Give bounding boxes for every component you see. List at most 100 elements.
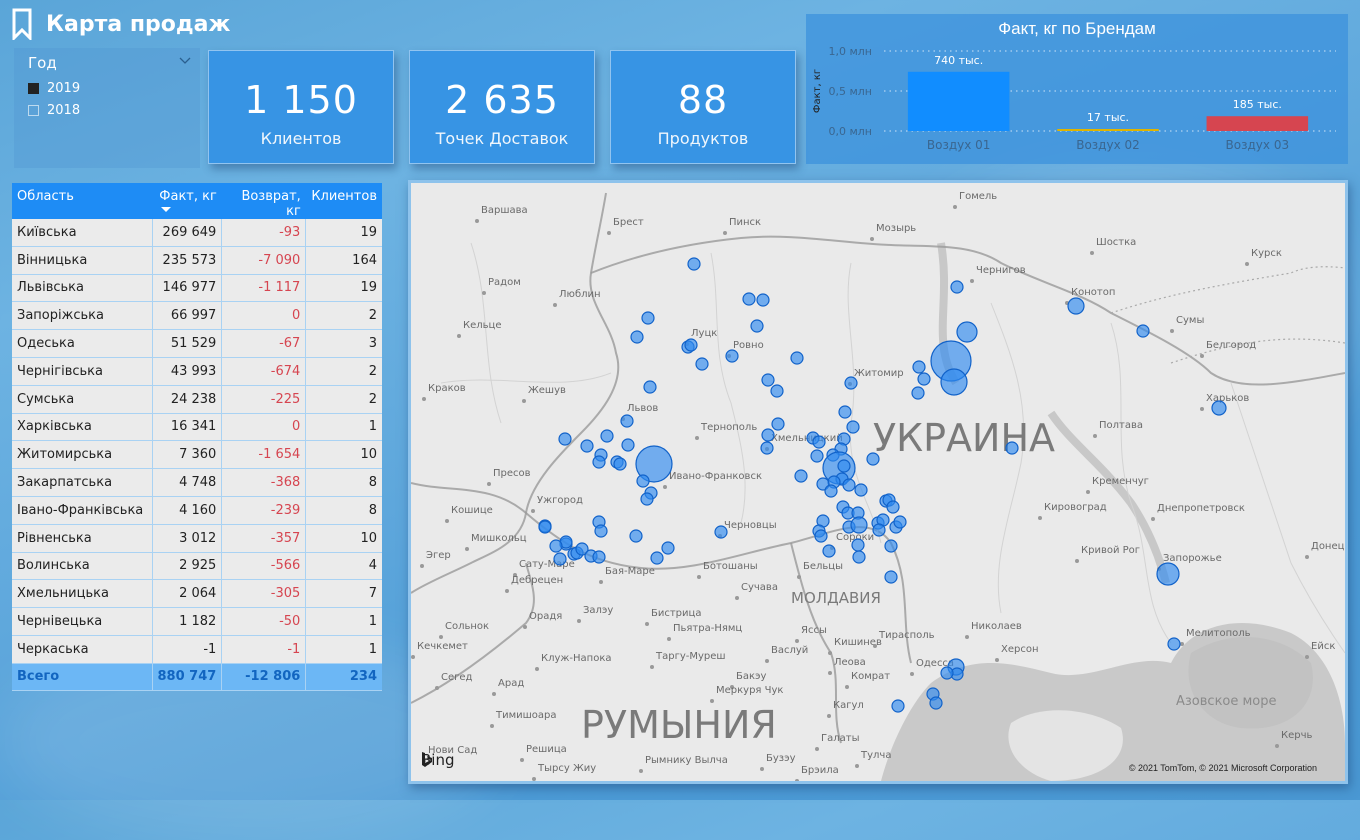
- map-bubble[interactable]: [957, 322, 977, 342]
- bar-1[interactable]: [908, 72, 1010, 131]
- map-bubble[interactable]: [1006, 442, 1018, 454]
- table-row[interactable]: Рівненська3 012-35710: [12, 524, 382, 552]
- map-bubble[interactable]: [815, 530, 827, 542]
- map-bubble[interactable]: [1068, 298, 1084, 314]
- map-bubble[interactable]: [847, 421, 859, 433]
- map-bubble[interactable]: [839, 406, 851, 418]
- bookmark-icon[interactable]: [12, 8, 32, 40]
- table-row[interactable]: Одеська51 529-673: [12, 330, 382, 358]
- map-bubble[interactable]: [550, 540, 562, 552]
- map-bubble[interactable]: [688, 258, 700, 270]
- map-bubble[interactable]: [762, 429, 774, 441]
- map-bubble[interactable]: [662, 542, 674, 554]
- map-bubble[interactable]: [853, 551, 865, 563]
- map-bubble[interactable]: [614, 458, 626, 470]
- map-bubble[interactable]: [885, 571, 897, 583]
- table-row[interactable]: Вінницька235 573-7 090164: [12, 246, 382, 274]
- map-bubble[interactable]: [851, 517, 867, 533]
- map-bubble[interactable]: [843, 479, 855, 491]
- map-bubble[interactable]: [641, 493, 653, 505]
- column-header-fact[interactable]: Факт, кг: [152, 183, 222, 219]
- column-header-region[interactable]: Область: [12, 183, 152, 219]
- map-bubble[interactable]: [1137, 325, 1149, 337]
- sales-map[interactable]: ВаршаваБрестПинскМозырьГомельШосткаКурск…: [408, 180, 1348, 784]
- map-bubble[interactable]: [930, 697, 942, 709]
- slicer-item-2019[interactable]: 2019: [28, 81, 80, 96]
- map-bubble[interactable]: [726, 350, 738, 362]
- column-header-clients[interactable]: Клиентов: [306, 183, 382, 219]
- map-bubble[interactable]: [825, 485, 837, 497]
- checkbox-checked[interactable]: [28, 83, 39, 94]
- map-bubble[interactable]: [1157, 563, 1179, 585]
- map-bubble[interactable]: [631, 331, 643, 343]
- map-bubble[interactable]: [941, 369, 967, 395]
- map-bubble[interactable]: [685, 339, 697, 351]
- map-bubble[interactable]: [795, 470, 807, 482]
- map-bubble[interactable]: [951, 281, 963, 293]
- map-bubble[interactable]: [651, 552, 663, 564]
- table-row[interactable]: Волинська2 925-5664: [12, 552, 382, 580]
- map-bubble[interactable]: [894, 516, 906, 528]
- table-row[interactable]: Житомирська7 360-1 65410: [12, 441, 382, 469]
- table-total-row[interactable]: Всего880 747-12 806234: [12, 663, 382, 690]
- map-bubble[interactable]: [918, 373, 930, 385]
- map-bubble[interactable]: [630, 530, 642, 542]
- map-bubble[interactable]: [621, 415, 633, 427]
- map-bubble[interactable]: [913, 361, 925, 373]
- map-bubble[interactable]: [593, 551, 605, 563]
- table-row[interactable]: Харківська16 34101: [12, 413, 382, 441]
- bar-2[interactable]: [1057, 129, 1159, 131]
- map-bubble[interactable]: [791, 352, 803, 364]
- map-canvas[interactable]: ВаршаваБрестПинскМозырьГомельШосткаКурск…: [411, 183, 1345, 781]
- map-bubble[interactable]: [743, 293, 755, 305]
- map-bubble[interactable]: [912, 387, 924, 399]
- map-bubble[interactable]: [637, 475, 649, 487]
- map-bubble[interactable]: [941, 667, 953, 679]
- table-row[interactable]: Чернівецька1 182-501: [12, 608, 382, 636]
- table-row[interactable]: Сумська24 238-2252: [12, 385, 382, 413]
- map-bubble[interactable]: [762, 374, 774, 386]
- map-bubble[interactable]: [622, 439, 634, 451]
- map-bubble[interactable]: [887, 501, 899, 513]
- map-bubble[interactable]: [811, 450, 823, 462]
- map-bubble[interactable]: [559, 433, 571, 445]
- map-bubble[interactable]: [554, 553, 566, 565]
- map-bubble[interactable]: [873, 524, 885, 536]
- table-row[interactable]: Черкаська-1-11: [12, 635, 382, 663]
- table-row[interactable]: Івано-Франківська4 160-2398: [12, 496, 382, 524]
- map-bubble[interactable]: [715, 526, 727, 538]
- map-bubble[interactable]: [642, 312, 654, 324]
- checkbox-unchecked[interactable]: [28, 105, 39, 116]
- table-row[interactable]: Чернігівська43 993-6742: [12, 357, 382, 385]
- map-bubble[interactable]: [601, 430, 613, 442]
- map-bubble[interactable]: [813, 436, 825, 448]
- map-bubble[interactable]: [761, 442, 773, 454]
- map-bubble[interactable]: [855, 484, 867, 496]
- chevron-down-icon[interactable]: [178, 54, 192, 68]
- table-row[interactable]: Закарпатська4 748-3688: [12, 469, 382, 497]
- map-bubble[interactable]: [845, 377, 857, 389]
- map-bubble[interactable]: [892, 700, 904, 712]
- map-bubble[interactable]: [771, 385, 783, 397]
- map-bubble[interactable]: [772, 418, 784, 430]
- map-bubble[interactable]: [823, 545, 835, 557]
- map-bubble[interactable]: [539, 521, 551, 533]
- map-bubble[interactable]: [581, 440, 593, 452]
- map-bubble[interactable]: [595, 525, 607, 537]
- map-bubble[interactable]: [1212, 401, 1226, 415]
- map-bubble[interactable]: [757, 294, 769, 306]
- map-bubble[interactable]: [1168, 638, 1180, 650]
- table-row[interactable]: Київська269 649-9319: [12, 219, 382, 246]
- bar-3[interactable]: [1207, 116, 1309, 131]
- slicer-item-2018[interactable]: 2018: [28, 103, 80, 118]
- table-row[interactable]: Львівська146 977-1 11719: [12, 274, 382, 302]
- map-bubble[interactable]: [852, 539, 864, 551]
- table-row[interactable]: Запоріжська66 99702: [12, 302, 382, 330]
- map-bubble[interactable]: [593, 456, 605, 468]
- table-row[interactable]: Хмельницька2 064-3057: [12, 580, 382, 608]
- map-bubble[interactable]: [867, 453, 879, 465]
- map-bubble[interactable]: [696, 358, 708, 370]
- map-bubble[interactable]: [644, 381, 656, 393]
- column-header-returns[interactable]: Возврат, кг: [222, 183, 306, 219]
- map-bubble[interactable]: [885, 540, 897, 552]
